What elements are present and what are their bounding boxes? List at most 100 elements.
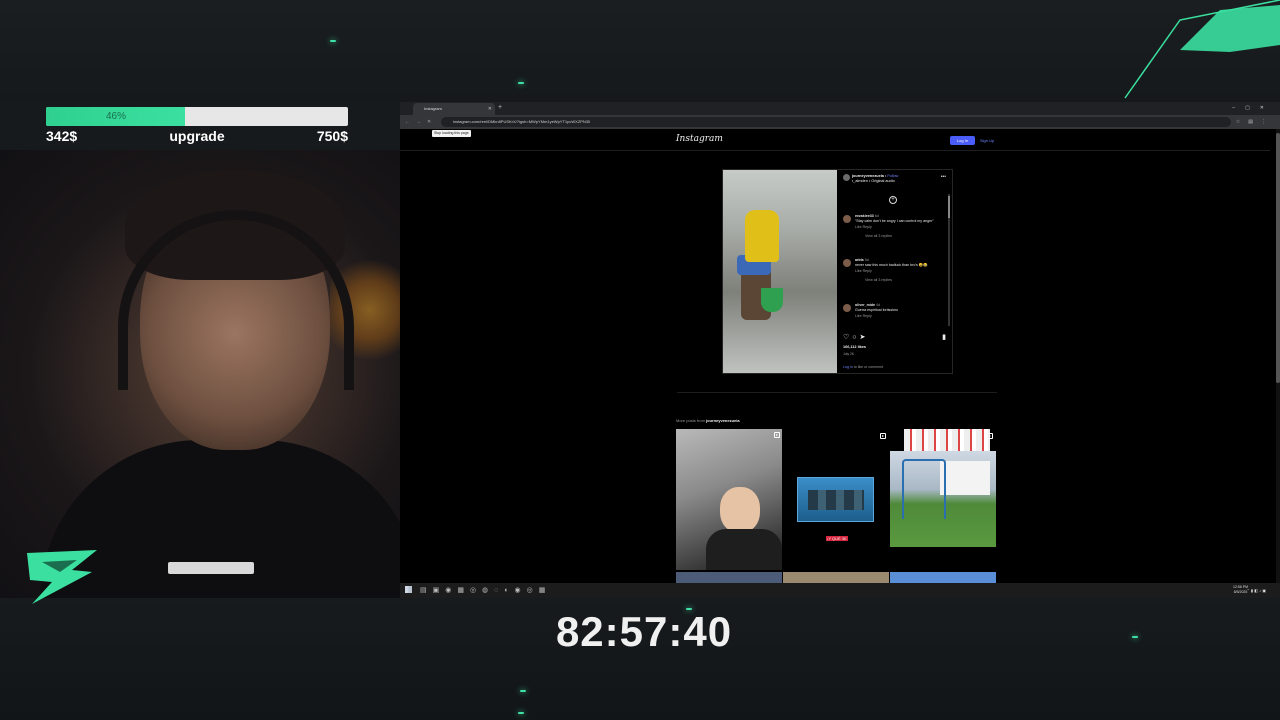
browser-toolbar: ←→✕ instagram.com/reel/DMkn8PUSKrX/?igsh… [400,115,1280,129]
share-icon[interactable]: ➤ [860,334,869,341]
shirt-logo [168,562,254,574]
thumbnail-people [808,490,864,510]
tab-instagram[interactable]: Instagram ✕ [413,103,495,115]
comment-text: Guerra espiritual fortissimo [855,307,898,312]
comments-scroll-thumb[interactable] [948,196,950,218]
comment-icon[interactable]: ○ [852,334,859,341]
tab-strip: Instagram ✕ + –▢✕ [400,102,1280,115]
comment-user[interactable]: eezakiee33 [855,214,874,218]
comment-time: 6d [874,214,879,218]
address-bar[interactable]: instagram.com/reel/DMkn8PUSKrX/?igsh=MWp… [441,117,1231,127]
grid-post[interactable] [890,451,996,547]
more-options-icon[interactable]: ••• [941,174,946,180]
thumbnail-house [940,461,990,495]
reel-badge-icon: ▸ [987,433,993,439]
video-figure-shirt [745,210,779,262]
signup-link[interactable]: Sign Up [980,136,994,145]
thumbnail-swing [902,459,946,519]
more-posts-user[interactable]: journeyvenezuela [706,418,740,423]
author-avatar[interactable] [843,174,850,181]
page-scrollbar[interactable] [1276,129,1280,584]
new-tab-icon[interactable]: + [498,102,502,114]
url-text: instagram.com/reel/DMkn8PUSKrX/?igsh=MWp… [453,119,591,124]
goal-current-amount: 342$ [46,128,78,144]
author-username[interactable]: journeyvenezuela [852,174,884,178]
comment-actions[interactable]: Like Reply [843,314,945,319]
post-author: journeyvenezuela • Follow r_almden • Ori… [852,174,899,183]
thumbnail-shirt [706,529,782,570]
tab-title: Instagram [424,106,442,111]
post-actions[interactable]: ♡○➤ [843,333,868,341]
grid-caption: ¡Y QUÉ 3K [826,536,848,541]
spark-decoration [520,690,526,692]
comment-item: eezakiee33 6d "Stay calm don't be angry … [843,214,945,238]
spark-decoration [330,40,336,42]
more-posts-prefix: More posts from [676,418,705,423]
like-icon[interactable]: ♡ [843,334,852,341]
view-replies-link[interactable]: View all 3 replies [843,234,945,239]
thumbnail-face [720,487,760,533]
section-divider [677,392,997,393]
comment-avatar[interactable] [843,259,851,267]
comment-avatar[interactable] [843,304,851,312]
grid-post[interactable] [797,477,874,522]
post-sidebar: journeyvenezuela • Follow r_almden • Ori… [837,170,952,373]
view-replies-link[interactable]: View all 3 replies [843,278,945,283]
overlay-top-panel [0,0,1280,102]
save-icon[interactable]: ▮ [942,333,946,341]
navigation-icons[interactable]: ←→✕ [405,115,437,129]
reel-post: journeyvenezuela • Follow r_almden • Ori… [722,169,953,374]
comment-avatar[interactable] [843,215,851,223]
post-audio[interactable]: r_almden • Original audio [852,179,895,183]
channel-logo-icon [27,550,97,604]
spark-decoration [518,82,524,84]
stream-timer: 82:57:40 [555,608,733,655]
browser-window: Instagram ✕ + –▢✕ ←→✕ instagram.com/reel… [400,102,1280,598]
spark-decoration [518,712,524,714]
comment-item: arbts 5d never saw this much badluck tha… [843,258,945,282]
tab-close-icon[interactable]: ✕ [488,103,492,115]
comment-user[interactable]: oliver_mide [855,303,875,307]
comment-time: 4d [875,303,880,307]
grid-post-banner [904,429,990,451]
grid-post[interactable]: ▸ [676,429,782,570]
comment-item: oliver_mide 4d Guerra espiritual fortiss… [843,303,945,319]
grid-caption-text: ¡Y QUÉ 3K [826,536,848,541]
likes-count[interactable]: 166,112 likes [843,345,866,349]
toolbar-right-icons[interactable]: ☆▤⋮ [1236,115,1274,129]
comment-text: never saw this much badluck than bro's 😩… [855,262,928,267]
windows-taskbar: ▤▣◉▦◎◍◌◐◉◎▦ ⌃ ▮ ◧ ♪ ▣ 12:56 PM 8/5/2025 [400,583,1280,598]
window-controls[interactable]: –▢✕ [1232,102,1274,114]
comments-scrollbar[interactable] [948,194,950,326]
login-prompt: Log in to like or comment [843,365,883,369]
webcam-feed [0,150,400,598]
taskbar-app-icons[interactable]: ▤▣◉▦◎◍◌◐◉◎▦ [420,583,551,598]
reel-video[interactable] [723,170,837,373]
instagram-logo[interactable]: Instagram [676,134,723,144]
post-date: July 26 [843,352,854,356]
reel-badge-icon: ▸ [774,432,780,438]
add-icon[interactable]: + [889,196,897,204]
login-button[interactable]: Log In [950,136,975,145]
follow-button[interactable]: Follow [887,174,898,178]
taskbar-clock[interactable]: 12:56 PM 8/5/2025 [1233,585,1248,595]
reel-badge-icon: ▸ [880,433,886,439]
system-tray-icons[interactable]: ⌃ ▮ ◧ ♪ ▣ [1246,583,1266,598]
more-posts-heading: More posts from journeyvenezuela [676,418,740,423]
taskbar-date: 8/5/2025 [1233,590,1248,594]
goal-labels: upgrade 342$ 750$ [46,128,348,146]
donation-goal-bar: 46% [46,107,348,126]
start-icon[interactable] [405,586,412,593]
comment-user[interactable]: arbts [855,258,864,262]
goal-percent: 46% [105,111,126,122]
comment-actions[interactable]: Like Reply [843,225,945,230]
goal-target-amount: 750$ [316,128,348,144]
brand-logo-icon [1124,0,1280,99]
comment-text: "Stay calm don't be angry I can control … [855,218,934,223]
login-link[interactable]: Log in [843,365,853,369]
login-prompt-text: to like or comment [853,365,884,369]
page-scroll-thumb[interactable] [1276,133,1280,383]
comment-time: 5d [864,258,869,262]
comment-actions[interactable]: Like Reply [843,269,945,274]
goal-title: upgrade [169,128,225,144]
